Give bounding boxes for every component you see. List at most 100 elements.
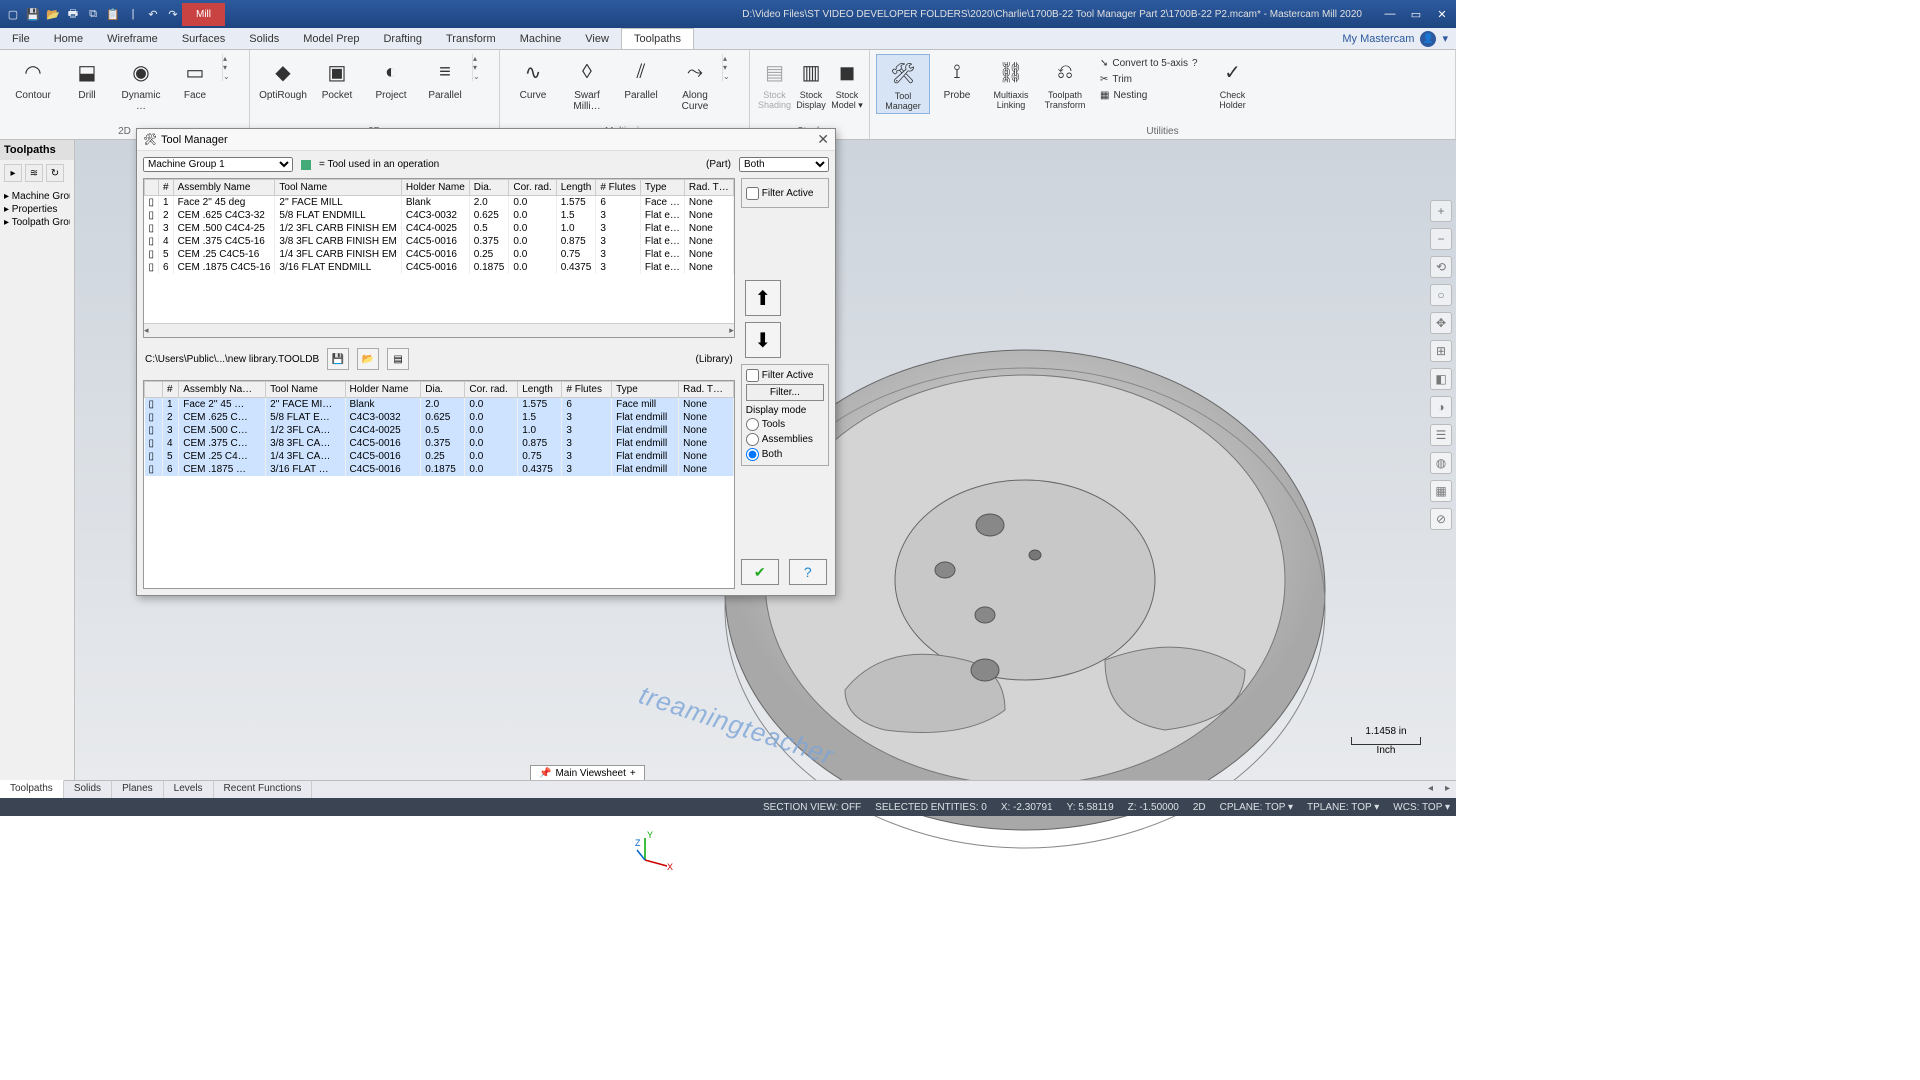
undo-icon[interactable]: ↶ — [144, 5, 162, 23]
copy-icon[interactable]: ⧉ — [84, 5, 102, 23]
status-wcs[interactable]: WCS: TOP ▾ — [1393, 802, 1450, 813]
tp-refresh-icon[interactable]: ↻ — [46, 164, 64, 182]
part-filter-select[interactable]: Both — [739, 157, 829, 172]
dynamic-button[interactable]: ◉Dynamic … — [114, 54, 168, 114]
parallel-multi-button[interactable]: ⫽Parallel — [614, 54, 668, 103]
toolpath-transform-button[interactable]: ⎌Toolpath Transform — [1038, 54, 1092, 112]
menu-surfaces[interactable]: Surfaces — [170, 28, 237, 49]
table-row[interactable]: ▯2CEM .625 C…5/8 FLAT E…C4C3-00320.6250.… — [145, 411, 734, 424]
help-button[interactable]: ? — [789, 559, 827, 585]
tp-select-icon[interactable]: ▸ — [4, 164, 22, 182]
menu-wireframe[interactable]: Wireframe — [95, 28, 170, 49]
menu-file[interactable]: File — [0, 28, 42, 49]
filter-active-lower-checkbox[interactable] — [746, 369, 759, 382]
stock-shading-button[interactable]: ▤Stock Shading — [756, 54, 793, 112]
2d-gallery-expand[interactable]: ▴▾⌄ — [222, 54, 236, 81]
new-icon[interactable]: ▢ — [4, 5, 22, 23]
my-mastercam-link[interactable]: My Mastercam — [1342, 33, 1414, 45]
stock-display-button[interactable]: ▥Stock Display — [793, 54, 829, 112]
multi-gallery-expand[interactable]: ▴▾⌄ — [722, 54, 736, 81]
tab-scroll-right-icon[interactable]: ▸ — [1439, 781, 1456, 798]
ok-button[interactable]: ✔ — [741, 559, 779, 585]
parallel-button[interactable]: ≡Parallel — [418, 54, 472, 103]
open-library-icon[interactable]: 📂 — [357, 348, 379, 370]
table-row[interactable]: ▯4CEM .375 C4C5-163/8 3FL CARB FINISH EM… — [145, 235, 734, 248]
status-mode[interactable]: 2D — [1193, 802, 1206, 813]
convert-5axis-link[interactable]: ➘Convert to 5-axis? — [1096, 56, 1202, 71]
tree-properties[interactable]: ▸ Properties — [4, 203, 70, 216]
material-icon[interactable]: ▦ — [1430, 480, 1452, 502]
menu-transform[interactable]: Transform — [434, 28, 508, 49]
table-row[interactable]: ▯2CEM .625 C4C3-325/8 FLAT ENDMILLC4C3-0… — [145, 209, 734, 222]
user-avatar-icon[interactable]: 👤 — [1420, 31, 1436, 47]
shade-icon[interactable]: ◍ — [1430, 452, 1452, 474]
help-dropdown-icon[interactable]: ▾ — [1442, 32, 1448, 45]
paste-icon[interactable]: 📋 — [104, 5, 122, 23]
toolpaths-tree[interactable]: ▸ Machine Group 1 ▸ Properties ▸ Toolpat… — [0, 186, 74, 233]
rotate-icon[interactable]: ⟲ — [1430, 256, 1452, 278]
open-icon[interactable]: 📂 — [44, 5, 62, 23]
table-header-row[interactable]: #Assembly Na…Tool NameHolder NameDia.Cor… — [145, 382, 734, 398]
contour-button[interactable]: ◠Contour — [6, 54, 60, 103]
table-row[interactable]: ▯3CEM .500 C4C4-251/2 3FL CARB FINISH EM… — [145, 222, 734, 235]
menu-toolpaths[interactable]: Toolpaths — [621, 28, 694, 49]
align-icon[interactable]: ⊞ — [1430, 340, 1452, 362]
view-icon[interactable]: ◑ — [1430, 396, 1452, 418]
bottom-tab-solids[interactable]: Solids — [64, 781, 112, 798]
bottom-tab-recent[interactable]: Recent Functions — [214, 781, 313, 798]
display-tools-radio[interactable] — [746, 418, 759, 431]
viewsheet-add-icon[interactable]: + — [630, 768, 636, 779]
probe-button[interactable]: ⟟Probe — [930, 54, 984, 103]
curve-button[interactable]: ∿Curve — [506, 54, 560, 103]
table-row[interactable]: ▯5CEM .25 C4…1/4 3FL CA…C4C5-00160.250.0… — [145, 450, 734, 463]
status-section-view[interactable]: SECTION VIEW: OFF — [763, 802, 861, 813]
swarf-button[interactable]: ◊Swarf Milli… — [560, 54, 614, 114]
menu-machine[interactable]: Machine — [508, 28, 574, 49]
move-up-button[interactable]: ⬆ — [745, 280, 781, 316]
filter-active-upper-checkbox[interactable] — [746, 187, 759, 200]
stock-model-button[interactable]: ◼Stock Model ▾ — [829, 54, 865, 113]
multiaxis-linking-button[interactable]: ⛓Multiaxis Linking — [984, 54, 1038, 112]
menu-drafting[interactable]: Drafting — [371, 28, 434, 49]
check-holder-button[interactable]: ✓Check Holder — [1206, 54, 1260, 112]
machine-group-select[interactable]: Machine Group 1 — [143, 157, 293, 172]
save-library-icon[interactable]: 💾 — [327, 348, 349, 370]
table-row[interactable]: ▯5CEM .25 C4C5-161/4 3FL CARB FINISH EMC… — [145, 248, 734, 261]
horizontal-scrollbar[interactable]: ◂▸ — [144, 323, 734, 337]
display-both-radio[interactable] — [746, 448, 759, 461]
drill-button[interactable]: ⬓Drill — [60, 54, 114, 103]
tab-scroll-left-icon[interactable]: ◂ — [1422, 781, 1439, 798]
tree-machine-group[interactable]: ▸ Machine Group 1 — [4, 190, 70, 203]
table-row[interactable]: ▯1Face 2'' 45 …2'' FACE MI…Blank2.00.01.… — [145, 398, 734, 412]
menu-solids[interactable]: Solids — [237, 28, 291, 49]
redo-icon[interactable]: ↷ — [164, 5, 182, 23]
dialog-close-icon[interactable]: ✕ — [817, 131, 829, 148]
print-icon[interactable]: 🖶 — [64, 5, 82, 23]
zoom-out-icon[interactable]: − — [1430, 228, 1452, 250]
wireframe-icon[interactable]: ☰ — [1430, 424, 1452, 446]
trim-link[interactable]: ✂Trim — [1096, 72, 1202, 87]
menu-home[interactable]: Home — [42, 28, 95, 49]
bottom-tab-levels[interactable]: Levels — [164, 781, 214, 798]
zoom-in-icon[interactable]: + — [1430, 200, 1452, 222]
table-row[interactable]: ▯1Face 2'' 45 deg2'' FACE MILLBlank2.00.… — [145, 196, 734, 210]
pocket-button[interactable]: ▣Pocket — [310, 54, 364, 103]
status-tplane[interactable]: TPLANE: TOP ▾ — [1307, 802, 1379, 813]
nesting-link[interactable]: ▦Nesting — [1096, 88, 1202, 103]
along-curve-button[interactable]: ⤳Along Curve — [668, 54, 722, 114]
pan-icon[interactable]: ✥ — [1430, 312, 1452, 334]
optirough-button[interactable]: ◆OptiRough — [256, 54, 310, 103]
close-icon[interactable]: ✕ — [1432, 8, 1452, 21]
display-assemblies-radio[interactable] — [746, 433, 759, 446]
3d-gallery-expand[interactable]: ▴▾⌄ — [472, 54, 486, 81]
filter-button[interactable]: Filter... — [746, 384, 824, 401]
menu-view[interactable]: View — [573, 28, 621, 49]
bottom-tab-toolpaths[interactable]: Toolpaths — [0, 780, 64, 798]
display-icon[interactable]: ◧ — [1430, 368, 1452, 390]
face-button[interactable]: ▭Face — [168, 54, 222, 103]
project-button[interactable]: ◐Project — [364, 54, 418, 103]
table-row[interactable]: ▯4CEM .375 C…3/8 3FL CA…C4C5-00160.3750.… — [145, 437, 734, 450]
table-row[interactable]: ▯3CEM .500 C…1/2 3FL CA…C4C4-00250.50.01… — [145, 424, 734, 437]
bottom-tab-planes[interactable]: Planes — [112, 781, 164, 798]
hide-icon[interactable]: ⊘ — [1430, 508, 1452, 530]
